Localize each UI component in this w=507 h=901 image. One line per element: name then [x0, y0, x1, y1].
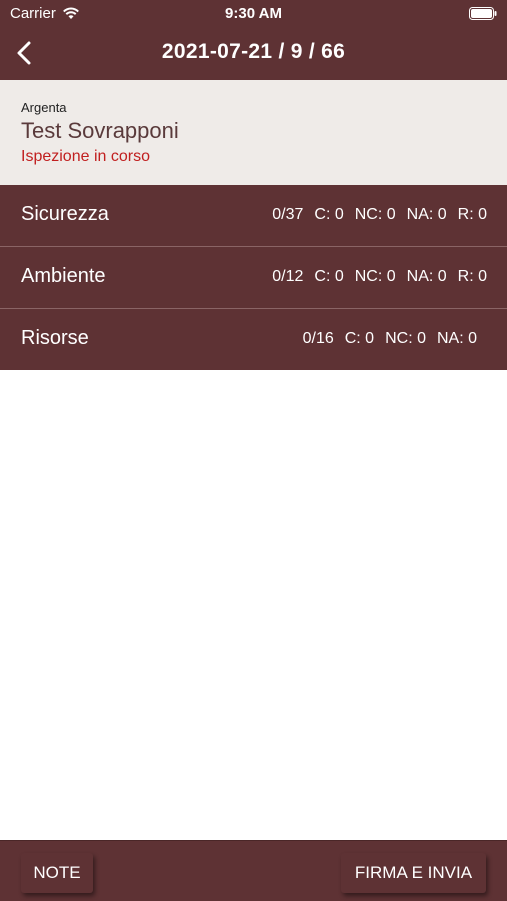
note-button[interactable]: NOTE — [21, 853, 93, 893]
battery-icon — [469, 7, 497, 20]
section-label: Sicurezza — [21, 203, 109, 225]
stat-r: R: 0 — [457, 268, 487, 285]
section-stats: 0/16 C: 0 NC: 0 NA: 0 — [303, 330, 477, 348]
stat-c: C: 0 — [344, 330, 375, 347]
section-row-ambiente[interactable]: Ambiente 0/12 C: 0 NC: 0 NA: 0 R: 0 — [0, 247, 507, 309]
inspection-name: Test Sovrapponi — [21, 118, 179, 143]
section-row-sicurezza[interactable]: Sicurezza 0/37 C: 0 NC: 0 NA: 0 R: 0 — [0, 185, 507, 247]
stat-na: NA: 0 — [406, 268, 447, 285]
section-list: Sicurezza 0/37 C: 0 NC: 0 NA: 0 R: 0 Amb… — [0, 185, 507, 370]
status-bar: Carrier 9:30 AM — [0, 0, 507, 28]
stat-r: R: 0 — [457, 206, 487, 223]
section-label: Risorse — [21, 327, 89, 349]
sign-and-send-button[interactable]: FIRMA E INVIA — [341, 853, 486, 893]
inspection-status: Ispezione in corso — [21, 148, 150, 165]
inspection-info: Argenta Test Sovrapponi Ispezione in cor… — [0, 80, 507, 185]
stat-c: C: 0 — [314, 268, 344, 285]
stat-na: NA: 0 — [406, 206, 447, 223]
stat-na: NA: 0 — [436, 330, 477, 347]
stat-c: C: 0 — [314, 206, 344, 223]
bottom-toolbar: NOTE FIRMA E INVIA — [0, 840, 507, 901]
stat-progress: 0/37 — [272, 206, 304, 223]
header: Carrier 9:30 AM 2021-07-21 / 9 / 66 — [0, 0, 507, 80]
clock: 9:30 AM — [225, 5, 282, 22]
stat-nc: NC: 0 — [385, 330, 426, 347]
stat-progress: 0/12 — [272, 268, 304, 285]
section-stats: 0/12 C: 0 NC: 0 NA: 0 R: 0 — [272, 268, 487, 286]
page-title: 2021-07-21 / 9 / 66 — [161, 40, 346, 63]
section-stats: 0/37 C: 0 NC: 0 NA: 0 R: 0 — [272, 206, 487, 224]
stat-nc: NC: 0 — [354, 268, 396, 285]
section-label: Ambiente — [21, 265, 106, 287]
section-row-risorse[interactable]: Risorse 0/16 C: 0 NC: 0 NA: 0 — [0, 309, 507, 370]
stat-nc: NC: 0 — [354, 206, 396, 223]
client-name: Argenta — [21, 100, 67, 115]
stat-progress: 0/16 — [302, 330, 334, 347]
